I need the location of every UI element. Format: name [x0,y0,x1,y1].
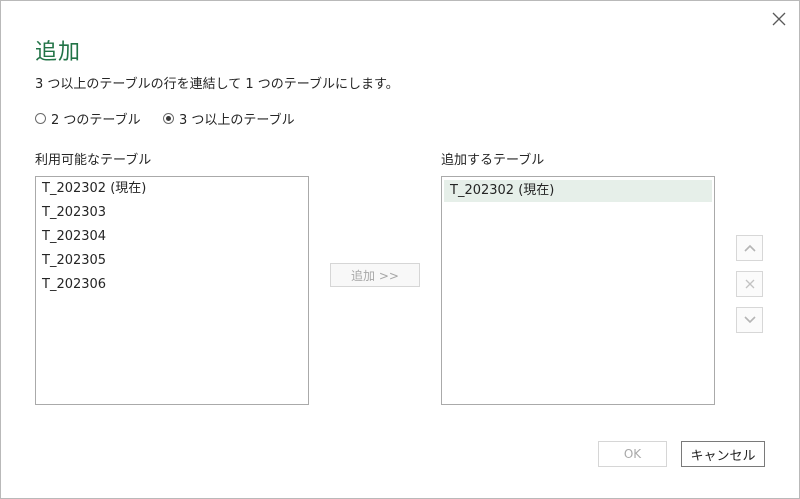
radio-three-or-more-tables[interactable]: 3 つ以上のテーブル [163,109,295,128]
available-tables-list[interactable]: T_202302 (現在) T_202303 T_202304 T_202305… [35,176,309,405]
append-table-item-selected[interactable]: T_202302 (現在) [444,180,712,202]
remove-x-icon [745,279,754,289]
ok-button[interactable]: OK [598,441,667,467]
radio-circle-checked [163,113,174,124]
list-inner: T_202302 (現在) [442,177,714,202]
move-up-button[interactable] [736,235,763,261]
available-tables-label: 利用可能なテーブル [35,153,152,168]
dialog-description: 3 つ以上のテーブルの行を連結して 1 つのテーブルにします。 [35,77,399,92]
tables-to-append-list[interactable]: T_202302 (現在) [441,176,715,405]
available-table-item[interactable]: T_202304 [36,225,308,249]
tables-to-append-label: 追加するテーブル [441,153,545,168]
available-table-item[interactable]: T_202306 [36,273,308,297]
close-button[interactable] [767,7,791,31]
radio-two-tables[interactable]: 2 つのテーブル [35,109,141,128]
close-icon [772,12,786,26]
radio-three-or-more-label: 3 つ以上のテーブル [179,113,295,128]
dialog-title: 追加 [35,40,82,65]
available-table-item[interactable]: T_202303 [36,201,308,225]
cancel-button[interactable]: キャンセル [681,441,765,467]
chevron-up-icon [743,244,756,252]
available-table-item[interactable]: T_202305 [36,249,308,273]
available-table-item[interactable]: T_202302 (現在) [36,177,308,201]
chevron-down-icon [743,316,756,324]
radio-circle [35,113,46,124]
add-button[interactable]: 追加 >> [330,263,420,287]
move-down-button[interactable] [736,307,763,333]
radio-two-tables-label: 2 つのテーブル [51,113,141,128]
append-dialog: 追加 3 つ以上のテーブルの行を連結して 1 つのテーブルにします。 2 つのテ… [0,0,800,499]
remove-button[interactable] [736,271,763,297]
